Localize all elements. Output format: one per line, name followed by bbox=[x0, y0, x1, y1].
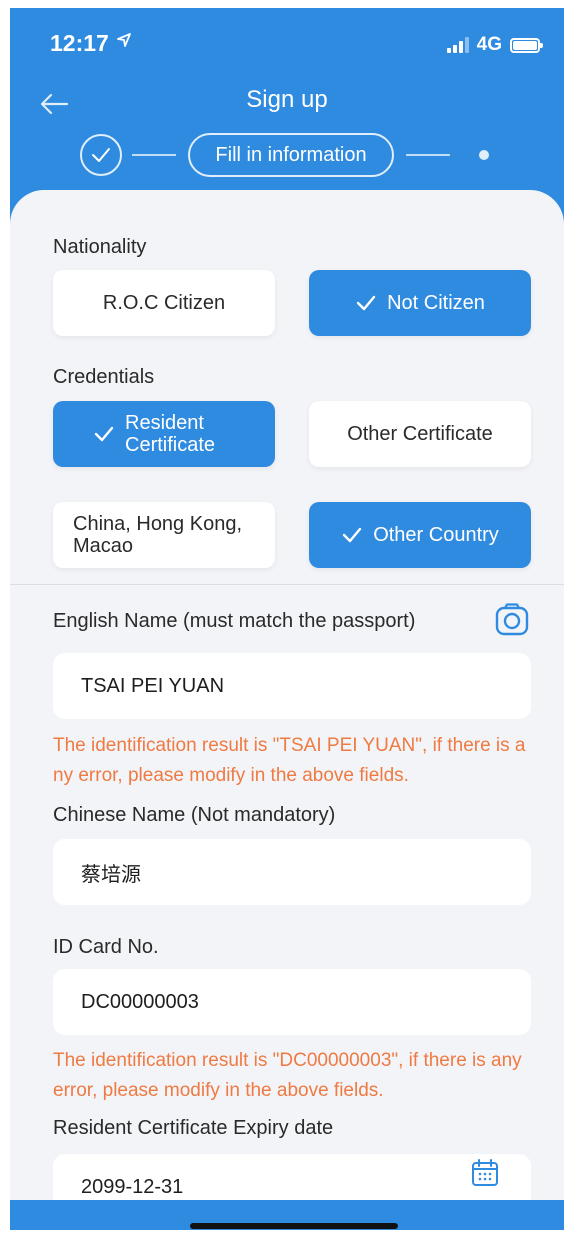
option-resident-certificate[interactable]: Resident Certificate bbox=[53, 401, 275, 467]
battery-icon bbox=[510, 37, 543, 53]
step-connector bbox=[132, 154, 176, 156]
status-indicators: 4G bbox=[446, 34, 543, 56]
step-completed bbox=[80, 134, 122, 176]
signup-stepper: Fill in information bbox=[10, 132, 564, 182]
status-time: 12:17 bbox=[50, 30, 109, 56]
option-china-hk-macao[interactable]: China, Hong Kong, Macao bbox=[53, 502, 275, 568]
calendar-icon[interactable] bbox=[470, 1158, 500, 1188]
step-upcoming bbox=[479, 150, 489, 160]
phone-frame: 12:17 4G Sign up Fill in information Nat… bbox=[0, 0, 574, 1238]
expiry-date-value: 2099-12-31 bbox=[81, 1175, 184, 1198]
id-card-hint: The identification result is "DC00000003… bbox=[53, 1050, 522, 1101]
id-card-field[interactable]: DC00000003 bbox=[53, 969, 531, 1035]
section-divider bbox=[10, 584, 564, 585]
network-label: 4G bbox=[476, 34, 502, 55]
step-current: Fill in information bbox=[188, 133, 394, 177]
option-other-country[interactable]: Other Country bbox=[309, 502, 531, 568]
english-name-value: TSAI PEI YUAN bbox=[81, 674, 225, 697]
check-icon bbox=[356, 295, 376, 311]
status-bar: 12:17 4G bbox=[10, 8, 564, 78]
credentials-label: Credentials bbox=[53, 366, 155, 388]
option-other-certificate[interactable]: Other Certificate bbox=[309, 401, 531, 467]
option-not-citizen[interactable]: Not Citizen bbox=[309, 270, 531, 336]
step-connector bbox=[406, 154, 450, 156]
english-name-label: English Name (must match the passport) bbox=[53, 610, 416, 632]
location-arrow-icon bbox=[117, 33, 131, 47]
option-label: Not Citizen bbox=[387, 291, 485, 314]
camera-icon[interactable] bbox=[494, 602, 530, 638]
option-label: R.O.C Citizen bbox=[102, 291, 226, 314]
expiry-date-field[interactable]: 2099-12-31 bbox=[53, 1154, 531, 1200]
check-icon bbox=[94, 426, 114, 442]
chinese-name-label: Chinese Name (Not mandatory) bbox=[53, 804, 336, 826]
expiry-date-label: Resident Certificate Expiry date bbox=[53, 1117, 334, 1139]
signal-icon bbox=[446, 37, 469, 53]
id-card-label: ID Card No. bbox=[53, 936, 159, 958]
step-check-icon bbox=[92, 148, 110, 162]
option-label: Resident Certificate bbox=[125, 412, 216, 456]
english-name-hint: The identification result is "TSAI PEI Y… bbox=[53, 735, 526, 786]
english-name-field[interactable]: TSAI PEI YUAN bbox=[53, 653, 531, 719]
app-screen: 12:17 4G Sign up Fill in information Nat… bbox=[10, 8, 564, 1230]
chinese-name-value: 蔡培源 bbox=[81, 863, 141, 886]
chinese-name-field[interactable]: 蔡培源 bbox=[53, 839, 531, 905]
id-card-value: DC00000003 bbox=[81, 990, 199, 1013]
option-label: Other Certificate bbox=[347, 422, 493, 445]
option-roc-citizen[interactable]: R.O.C Citizen bbox=[53, 270, 275, 336]
option-label: China, Hong Kong, Macao bbox=[73, 513, 243, 557]
form-card: Nationality R.O.C Citizen Not Citizen Cr… bbox=[10, 190, 564, 1200]
check-icon bbox=[342, 527, 362, 543]
home-indicator[interactable] bbox=[190, 1223, 398, 1229]
option-label: Other Country bbox=[373, 523, 499, 546]
nationality-label: Nationality bbox=[53, 236, 147, 258]
page-title: Sign up bbox=[246, 86, 328, 113]
